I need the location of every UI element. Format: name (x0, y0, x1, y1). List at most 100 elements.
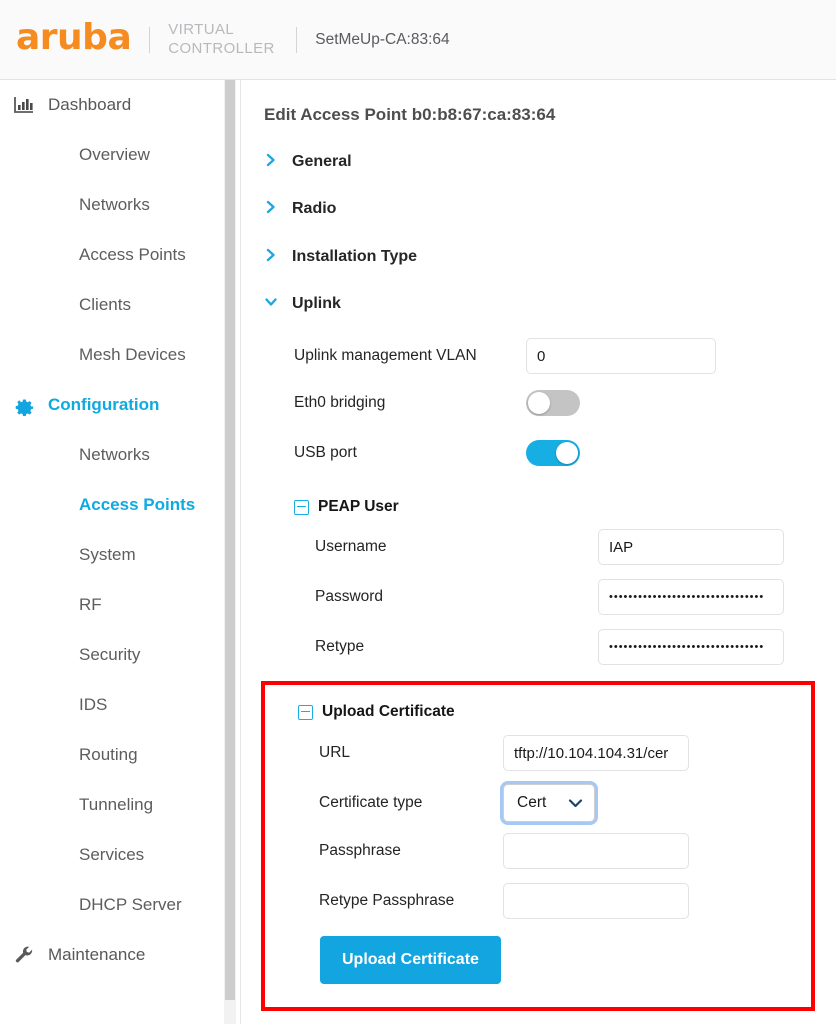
sidebar-item-dashboard-overview[interactable]: Overview (0, 130, 224, 180)
passphrase-input[interactable] (503, 833, 689, 869)
field-row-certificate-type: Certificate type Cert (319, 784, 769, 822)
sidebar-item-config-dhcp-server[interactable]: DHCP Server (0, 880, 224, 930)
collapse-minus-icon[interactable] (294, 499, 309, 515)
section-header-general[interactable]: General (264, 138, 352, 185)
sidebar-item-label: Tunneling (79, 795, 154, 814)
virtual-controller-label: VIRTUAL CONTROLLER (168, 21, 288, 59)
header-divider-2 (296, 26, 298, 53)
section-label: Radio (292, 199, 337, 217)
eth0-bridging-toggle[interactable] (526, 390, 580, 416)
virtual-controller-line-2: CONTROLLER (168, 39, 275, 57)
main-content: Edit Access Point b0:b8:67:ca:83:64 Gene… (241, 80, 836, 1024)
page-title: Edit Access Point b0:b8:67:ca:83:64 (264, 105, 556, 124)
sidebar-item-dashboard-access-points[interactable]: Access Points (0, 230, 224, 280)
uplink-vlan-label: Uplink management VLAN (294, 347, 477, 364)
sidebar-group-dashboard[interactable]: Dashboard (0, 80, 224, 130)
wrench-icon (14, 944, 42, 966)
field-row-peap-password: Password (315, 579, 818, 615)
chevron-down-icon (264, 295, 282, 313)
sidebar-item-dashboard-clients[interactable]: Clients (0, 280, 224, 330)
certificate-type-label: Certificate type (319, 794, 423, 811)
sidebar-item-config-system[interactable]: System (0, 530, 224, 580)
device-name-label: SetMeUp-CA:83:64 (315, 30, 450, 48)
upload-certificate-highlight-box: Upload Certificate URL Certificate type … (261, 681, 815, 1011)
sidebar-item-dashboard-mesh-devices[interactable]: Mesh Devices (0, 330, 224, 380)
certificate-url-label: URL (319, 744, 351, 761)
sidebar-group-configuration[interactable]: Configuration (0, 380, 224, 430)
eth0-bridging-label: Eth0 bridging (294, 394, 386, 411)
sidebar-item-config-tunneling[interactable]: Tunneling (0, 780, 224, 830)
top-header-bar: aruba VIRTUAL CONTROLLER SetMeUp-CA:83:6… (0, 0, 836, 80)
sidebar-item-config-services[interactable]: Services (0, 830, 224, 880)
section-label: General (292, 152, 352, 170)
aruba-logo[interactable]: aruba (16, 19, 132, 60)
sidebar-item-label: Overview (79, 145, 150, 164)
field-row-uplink-vlan: Uplink management VLAN (294, 338, 799, 374)
section-header-uplink[interactable]: Uplink (264, 280, 341, 327)
sidebar-item-label: DHCP Server (79, 895, 182, 914)
sidebar-item-config-access-points[interactable]: Access Points (0, 480, 224, 530)
collapse-minus-icon[interactable] (298, 704, 313, 720)
sidebar-item-label: Networks (79, 195, 150, 214)
sidebar-item-label: Services (79, 845, 145, 864)
sidebar-item-label: RF (79, 595, 102, 614)
peap-username-label: Username (315, 538, 387, 555)
chevron-down-icon (568, 798, 583, 808)
certificate-url-input[interactable] (503, 735, 689, 771)
peap-retype-label: Retype (315, 638, 365, 655)
peap-username-input[interactable] (598, 529, 784, 565)
field-row-certificate-url: URL (319, 735, 769, 771)
subsection-label: PEAP User (318, 498, 399, 515)
certificate-type-selected-value: Cert (517, 794, 547, 811)
section-label: Uplink (292, 294, 341, 312)
sidebar-item-label: Access Points (79, 245, 186, 264)
usb-port-toggle[interactable] (526, 440, 580, 466)
header-divider-1 (149, 26, 151, 53)
subsection-header-upload-certificate[interactable]: Upload Certificate (298, 703, 455, 721)
sidebar-item-label: Mesh Devices (79, 345, 186, 364)
field-row-peap-retype: Retype (315, 629, 818, 665)
sidebar-item-config-networks[interactable]: Networks (0, 430, 224, 480)
virtual-controller-line-1: VIRTUAL (168, 20, 235, 38)
peap-password-input[interactable] (598, 579, 784, 615)
toggle-knob (556, 442, 578, 464)
chevron-right-icon (264, 153, 282, 171)
upload-certificate-button[interactable]: Upload Certificate (320, 936, 501, 984)
sidebar-item-config-security[interactable]: Security (0, 630, 224, 680)
certificate-type-dropdown[interactable]: Cert (503, 784, 595, 822)
sidebar-group-dashboard-label: Dashboard (48, 95, 132, 114)
chevron-right-icon (264, 248, 282, 266)
sidebar-item-dashboard-networks[interactable]: Networks (0, 180, 224, 230)
section-header-installation-type[interactable]: Installation Type (264, 233, 417, 280)
sidebar-group-maintenance[interactable]: Maintenance (0, 930, 224, 980)
toggle-knob (528, 392, 550, 414)
bar-chart-icon (14, 94, 42, 116)
sidebar-item-label: Access Points (79, 495, 196, 514)
sidebar-item-label: Networks (79, 445, 150, 464)
sidebar-scrollbar-thumb[interactable] (225, 80, 235, 1000)
field-row-passphrase: Passphrase (319, 833, 769, 869)
subsection-header-peap-user[interactable]: PEAP User (294, 498, 399, 516)
sidebar-group-maintenance-label: Maintenance (48, 945, 146, 964)
sidebar-item-label: Clients (79, 295, 131, 314)
section-label: Installation Type (292, 247, 418, 265)
sidebar-item-label: Security (79, 645, 141, 664)
sidebar-item-config-routing[interactable]: Routing (0, 730, 224, 780)
uplink-vlan-input[interactable] (526, 338, 716, 374)
app-root: aruba VIRTUAL CONTROLLER SetMeUp-CA:83:6… (0, 0, 836, 1024)
sidebar-scrollbar[interactable] (224, 80, 236, 1024)
retype-passphrase-input[interactable] (503, 883, 689, 919)
field-row-eth0-bridging: Eth0 bridging (294, 390, 799, 416)
section-header-radio[interactable]: Radio (264, 185, 336, 232)
sidebar-nav: Dashboard Overview Networks Access Point… (0, 80, 224, 1024)
sidebar-item-config-ids[interactable]: IDS (0, 680, 224, 730)
sidebar-group-configuration-label: Configuration (48, 395, 160, 414)
field-row-peap-username: Username (315, 529, 818, 565)
passphrase-label: Passphrase (319, 842, 401, 859)
chevron-right-icon (264, 200, 282, 218)
field-row-retype-passphrase: Retype Passphrase (319, 883, 769, 919)
sidebar-item-config-rf[interactable]: RF (0, 580, 224, 630)
peap-retype-input[interactable] (598, 629, 784, 665)
gear-icon (14, 394, 42, 416)
usb-port-label: USB port (294, 444, 357, 461)
